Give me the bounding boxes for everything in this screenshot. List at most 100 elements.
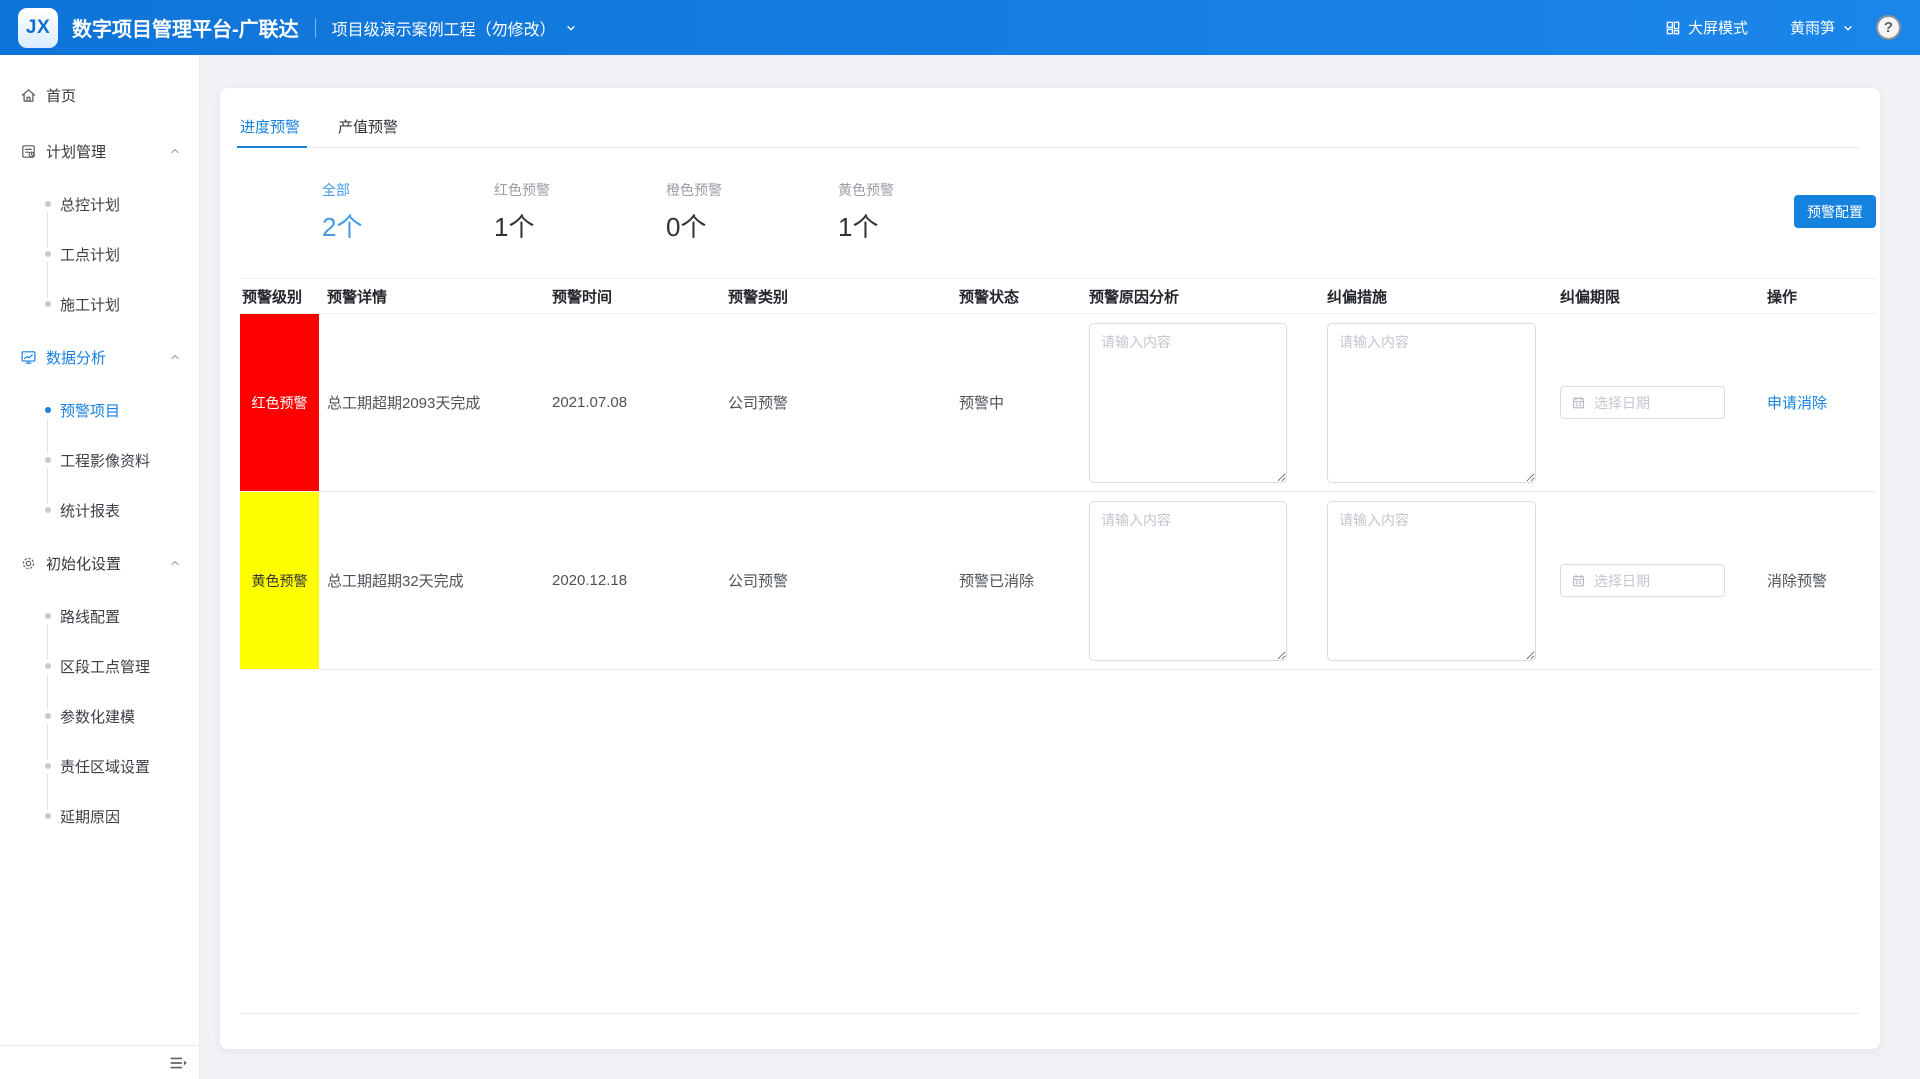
sidebar-item-section-site-management[interactable]: 区段工点管理 — [0, 641, 199, 691]
chevron-up-icon — [169, 145, 181, 157]
warning-detail: 总工期超期2093天完成 — [319, 314, 544, 491]
sidebar-item-delay-reason[interactable]: 延期原因 — [0, 791, 199, 841]
reason-textarea[interactable] — [1089, 501, 1287, 661]
apply-clear-link[interactable]: 申请消除 — [1767, 392, 1827, 413]
bullet-icon — [45, 251, 51, 257]
clear-warning-action[interactable]: 消除预警 — [1767, 570, 1827, 591]
warning-level-cell: 红色预警 — [240, 314, 319, 491]
sidebar-group-label: 数据分析 — [46, 347, 169, 368]
action-cell: 申请消除 — [1759, 314, 1877, 491]
card-footer-divider — [240, 1013, 1860, 1014]
chevron-down-icon — [565, 22, 577, 34]
gear-icon — [20, 555, 37, 572]
chevron-up-icon — [169, 351, 181, 363]
chevron-down-icon — [1842, 22, 1854, 34]
warning-status: 预警中 — [951, 314, 1081, 491]
grid-screen-icon — [1665, 20, 1681, 36]
table-row: 红色预警 总工期超期2093天完成 2021.07.08 公司预警 预警中 — [240, 314, 1877, 492]
app-root: JX 数字项目管理平台-广联达 项目级演示案例工程（勿修改） 大屏模式 黄雨笋 … — [0, 0, 1920, 1079]
home-icon — [20, 87, 37, 104]
project-selector[interactable]: 项目级演示案例工程（勿修改） — [332, 16, 577, 40]
date-input[interactable] — [1594, 395, 1714, 411]
help-icon[interactable]: ? — [1876, 15, 1901, 40]
sidebar-item-statistics-report[interactable]: 统计报表 — [0, 485, 199, 535]
stat-label: 橙色预警 — [666, 180, 838, 200]
stat-red-warning[interactable]: 红色预警 1个 — [494, 180, 666, 246]
measure-textarea[interactable] — [1327, 323, 1536, 483]
username: 黄雨笋 — [1790, 17, 1835, 38]
col-header-deadline: 纠偏期限 — [1552, 286, 1759, 307]
warning-status: 预警已消除 — [951, 492, 1081, 669]
bullet-icon — [45, 457, 51, 463]
bullet-icon — [45, 663, 51, 669]
sidebar-item-label: 统计报表 — [60, 500, 120, 521]
bigscreen-label: 大屏模式 — [1688, 17, 1748, 38]
col-header-reason: 预警原因分析 — [1081, 286, 1319, 307]
sidebar-item-parametric-modeling[interactable]: 参数化建模 — [0, 691, 199, 741]
warning-stats: 全部 2个 红色预警 1个 橙色预警 0个 黄色预警 1个 — [240, 180, 1860, 246]
col-header-level: 预警级别 — [240, 286, 319, 307]
reason-textarea[interactable] — [1089, 323, 1287, 483]
stat-value: 1个 — [838, 207, 1010, 244]
sidebar-item-site-plan[interactable]: 工点计划 — [0, 229, 199, 279]
user-menu[interactable]: 黄雨笋 — [1790, 17, 1854, 38]
chevron-up-icon — [169, 557, 181, 569]
warning-category: 公司预警 — [720, 492, 951, 669]
content-card: 进度预警 产值预警 全部 2个 红色预警 1个 橙色预警 0个 — [220, 88, 1880, 1049]
stat-label: 黄色预警 — [838, 180, 1010, 200]
stat-yellow-warning[interactable]: 黄色预警 1个 — [838, 180, 1010, 246]
plan-icon — [20, 143, 37, 160]
bullet-icon — [45, 201, 51, 207]
stat-orange-warning[interactable]: 橙色预警 0个 — [666, 180, 838, 246]
warning-time: 2020.12.18 — [544, 492, 720, 669]
bigscreen-mode-button[interactable]: 大屏模式 — [1665, 17, 1748, 38]
action-cell: 消除预警 — [1759, 492, 1877, 669]
title-divider — [315, 18, 316, 38]
stat-value: 2个 — [322, 207, 494, 244]
tab-progress-warning[interactable]: 进度预警 — [240, 110, 300, 147]
table-row: 黄色预警 总工期超期32天完成 2020.12.18 公司预警 预警已消除 — [240, 492, 1877, 670]
sidebar-item-warning-projects[interactable]: 预警项目 — [0, 385, 199, 435]
col-header-detail: 预警详情 — [319, 286, 544, 307]
deadline-cell — [1552, 492, 1759, 669]
calendar-icon — [1571, 573, 1586, 588]
bullet-icon — [45, 301, 51, 307]
measure-textarea[interactable] — [1327, 501, 1536, 661]
sidebar-item-responsibility-area[interactable]: 责任区域设置 — [0, 741, 199, 791]
logo-text: JX — [26, 17, 50, 39]
sidebar-item-label: 总控计划 — [60, 194, 120, 215]
sidebar-item-home[interactable]: 首页 — [0, 67, 199, 123]
sidebar-item-label: 路线配置 — [60, 606, 120, 627]
sidebar-group-plan-management[interactable]: 计划管理 — [0, 123, 199, 179]
warning-level-badge: 红色预警 — [240, 314, 319, 491]
warning-detail: 总工期超期32天完成 — [319, 492, 544, 669]
tab-bar: 进度预警 产值预警 — [240, 110, 1860, 148]
sidebar-footer — [0, 1045, 199, 1079]
sidebar-item-label: 工程影像资料 — [60, 450, 150, 471]
sidebar-nav: 首页 计划管理 总控计划 — [0, 55, 199, 1045]
date-picker[interactable] — [1560, 386, 1725, 419]
date-input[interactable] — [1594, 573, 1714, 589]
warning-config-button[interactable]: 预警配置 — [1794, 195, 1876, 228]
sidebar-group-data-analysis[interactable]: 数据分析 — [0, 329, 199, 385]
sidebar-item-label: 工点计划 — [60, 244, 120, 265]
deadline-cell — [1552, 314, 1759, 491]
tab-output-warning[interactable]: 产值预警 — [338, 110, 398, 147]
sidebar-item-construction-plan[interactable]: 施工计划 — [0, 279, 199, 329]
sidebar-item-label: 预警项目 — [60, 400, 120, 421]
sidebar-item-master-plan[interactable]: 总控计划 — [0, 179, 199, 229]
stat-value: 1个 — [494, 207, 666, 244]
sidebar-group-init-settings[interactable]: 初始化设置 — [0, 535, 199, 591]
help-glyph: ? — [1884, 19, 1893, 36]
collapse-sidebar-icon[interactable] — [168, 1053, 188, 1073]
stat-all[interactable]: 全部 2个 — [322, 180, 494, 246]
sidebar-group-label: 计划管理 — [46, 141, 169, 162]
bullet-icon — [45, 507, 51, 513]
sidebar-item-route-config[interactable]: 路线配置 — [0, 591, 199, 641]
sidebar-item-project-imagery[interactable]: 工程影像资料 — [0, 435, 199, 485]
calendar-icon — [1571, 395, 1586, 410]
sidebar-item-label: 责任区域设置 — [60, 756, 150, 777]
date-picker[interactable] — [1560, 564, 1725, 597]
sidebar-item-label: 延期原因 — [60, 806, 120, 827]
warning-level-badge: 黄色预警 — [240, 492, 319, 669]
